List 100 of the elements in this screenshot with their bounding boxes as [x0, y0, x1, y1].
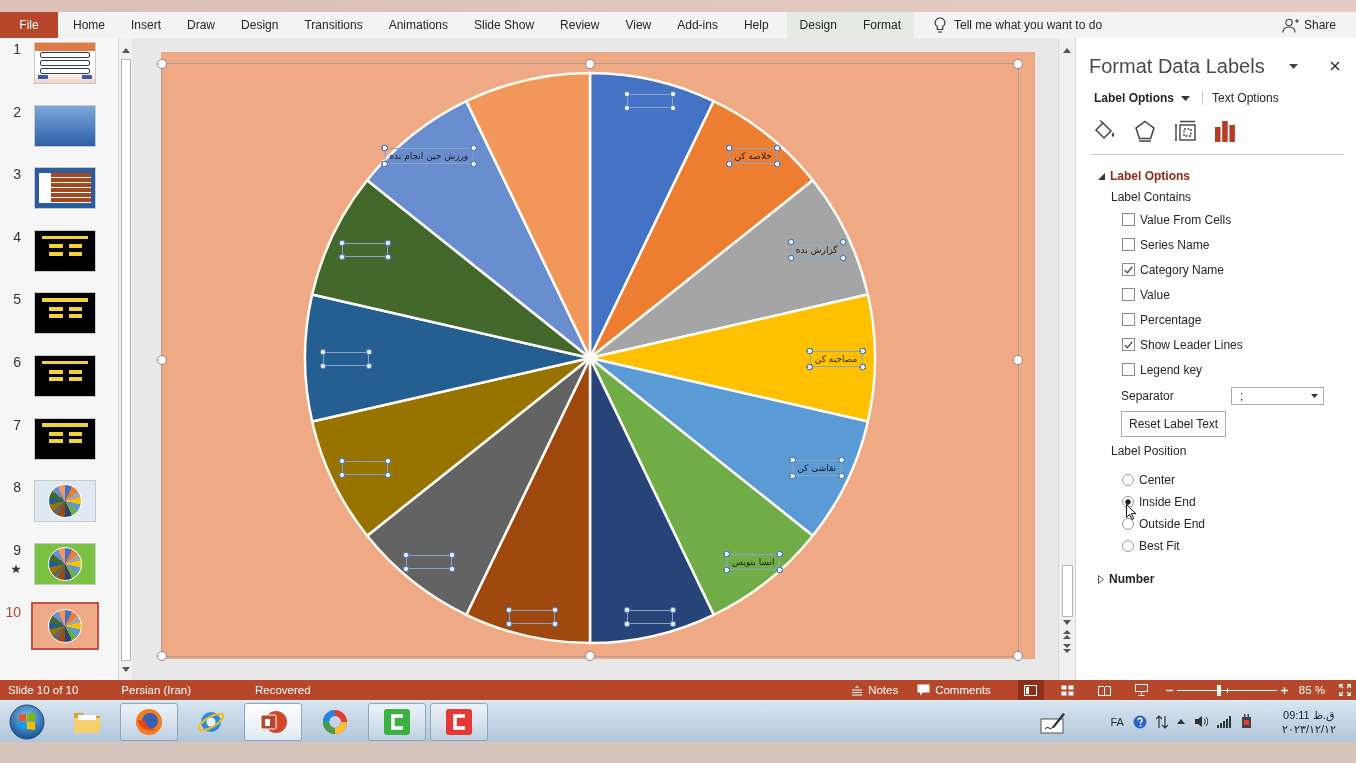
radio-button[interactable] — [1122, 474, 1134, 486]
scroll-down-icon[interactable] — [121, 667, 130, 672]
slide-thumbnail[interactable] — [34, 42, 96, 84]
checkbox[interactable] — [1122, 338, 1135, 351]
fit-to-window-icon[interactable] — [1339, 684, 1351, 696]
zoom-slider-thumb[interactable] — [1216, 684, 1221, 696]
reset-label-text-button[interactable]: Reset Label Text — [1121, 411, 1227, 437]
radio-button[interactable] — [1122, 540, 1134, 552]
checkbox-label[interactable]: Category Name — [1140, 262, 1225, 277]
radio-label[interactable]: Center — [1139, 473, 1176, 487]
checkbox[interactable] — [1122, 213, 1135, 226]
resize-handle-icon[interactable] — [1013, 651, 1023, 661]
checkbox[interactable] — [1122, 288, 1135, 301]
slide-number: 4 — [13, 229, 21, 245]
transfer-arrows-icon[interactable] — [1155, 714, 1168, 729]
ribbon-tab[interactable]: Insert — [118, 12, 175, 38]
option-tab[interactable]: Text Options — [1212, 91, 1279, 105]
resize-handle-icon[interactable] — [585, 651, 595, 661]
view-button[interactable] — [1017, 680, 1044, 700]
resize-handle-icon[interactable] — [157, 651, 167, 661]
comments-button[interactable]: Comments — [917, 684, 991, 696]
ribbon-tab[interactable]: Help — [730, 12, 782, 38]
radio-label[interactable]: Best Fit — [1139, 539, 1180, 553]
scrollbar-thumb[interactable] — [1061, 565, 1073, 617]
pentagon-icon[interactable] — [1133, 119, 1157, 143]
slide-thumbnail[interactable] — [34, 417, 96, 460]
section-header[interactable]: Label Options — [1076, 165, 1190, 187]
separator-dropdown[interactable]: ; — [1231, 387, 1324, 405]
ribbon-tab[interactable]: Review — [547, 12, 613, 38]
slide-thumbnail[interactable] — [31, 602, 99, 651]
speaker-icon[interactable] — [1193, 715, 1208, 728]
checkbox-label[interactable]: Percentage — [1140, 312, 1202, 327]
checkbox-label[interactable]: Series Name — [1140, 237, 1210, 252]
scrollbar-thumb[interactable] — [120, 59, 131, 661]
next-slide-icon[interactable] — [1063, 644, 1071, 653]
power-plug-icon[interactable] — [1239, 714, 1253, 729]
ribbon-tab[interactable]: Add-ins — [664, 12, 731, 38]
resize-handle-icon[interactable] — [1013, 59, 1023, 69]
show-hidden-icon[interactable] — [1176, 719, 1185, 724]
file-tab[interactable]: File — [0, 12, 58, 38]
contextual-tab[interactable]: Format — [849, 12, 914, 38]
slide-thumbnail[interactable] — [34, 480, 96, 523]
start-orb-icon[interactable] — [9, 703, 45, 740]
scroll-down-icon[interactable] — [1063, 620, 1071, 625]
zoom-percentage[interactable]: 85 % — [1298, 684, 1325, 696]
help-icon[interactable] — [1132, 714, 1147, 729]
scroll-up-icon[interactable] — [121, 48, 130, 53]
checkbox-label[interactable]: Show Leader Lines — [1140, 337, 1243, 352]
checkbox[interactable] — [1122, 363, 1135, 376]
zoom-in-icon[interactable] — [1280, 686, 1288, 694]
taskbar-button[interactable] — [430, 702, 488, 741]
globe-fox-icon — [135, 707, 163, 736]
checkbox-label[interactable]: Legend key — [1140, 362, 1203, 377]
tell-me-field[interactable]: Tell me what you want to do — [954, 18, 1130, 32]
previous-slide-icon[interactable] — [1063, 630, 1071, 639]
resize-handle-icon[interactable] — [157, 59, 167, 69]
slide-thumbnail[interactable] — [34, 292, 96, 335]
resize-handle-icon[interactable] — [157, 355, 167, 365]
checkbox[interactable] — [1122, 238, 1135, 251]
ribbon-tab[interactable]: Slide Show — [461, 12, 548, 38]
radio-button[interactable] — [1122, 518, 1134, 530]
slide-thumbnail[interactable] — [34, 354, 96, 397]
caret-icon[interactable] — [1289, 63, 1298, 69]
share-button[interactable]: Share — [1281, 12, 1336, 38]
ribbon-tab[interactable]: Draw — [174, 12, 229, 38]
checkbox[interactable] — [1122, 313, 1135, 326]
radio-label[interactable]: Inside End — [1139, 495, 1196, 509]
ribbon-tab[interactable]: Transitions — [291, 12, 376, 38]
option-tab[interactable]: Label Options — [1094, 91, 1190, 105]
checkbox-label[interactable]: Value From Cells — [1140, 212, 1232, 227]
resize-handle-icon[interactable] — [585, 59, 595, 69]
slide-thumbnail[interactable] — [34, 229, 96, 272]
contextual-tab[interactable]: Design — [786, 12, 850, 38]
scroll-up-icon[interactable] — [1063, 48, 1071, 53]
radio-button[interactable] — [1122, 496, 1134, 508]
ribbon-tab[interactable]: Home — [60, 12, 118, 38]
section-header[interactable]: Number — [1076, 568, 1155, 590]
radio-label[interactable]: Outside End — [1139, 517, 1206, 531]
clock-date[interactable]: ۲۰۲۳/۱۲/۱۲ — [1281, 721, 1336, 736]
taskbar-button[interactable] — [120, 702, 178, 741]
group-heading: Label Position — [1110, 443, 1187, 460]
ribbon-tab[interactable]: Design — [228, 12, 292, 38]
checkbox-label[interactable]: Value — [1140, 287, 1170, 302]
slide-thumbnail[interactable] — [34, 104, 96, 147]
ribbon-tab[interactable]: Animations — [375, 12, 462, 38]
input-language[interactable]: FA — [1110, 715, 1124, 728]
clock-time[interactable]: ق.ظ 09:11 — [1283, 707, 1335, 722]
taskbar-button[interactable] — [244, 702, 302, 741]
size-properties-icon[interactable] — [1173, 119, 1197, 143]
signal-bars-icon[interactable] — [1216, 715, 1231, 728]
language-indicator[interactable]: Persian (Iran) — [121, 684, 191, 696]
checkbox[interactable] — [1122, 263, 1135, 276]
resize-handle-icon[interactable] — [1013, 355, 1023, 365]
taskbar-button[interactable] — [368, 702, 426, 741]
ribbon-tab[interactable]: View — [612, 12, 665, 38]
notes-button[interactable]: Notes — [851, 684, 899, 696]
slide-thumbnail[interactable] — [34, 542, 96, 585]
close-icon[interactable] — [1330, 61, 1340, 71]
bar-chart-icon[interactable] — [1213, 119, 1237, 143]
slide-thumbnail[interactable] — [34, 167, 96, 210]
